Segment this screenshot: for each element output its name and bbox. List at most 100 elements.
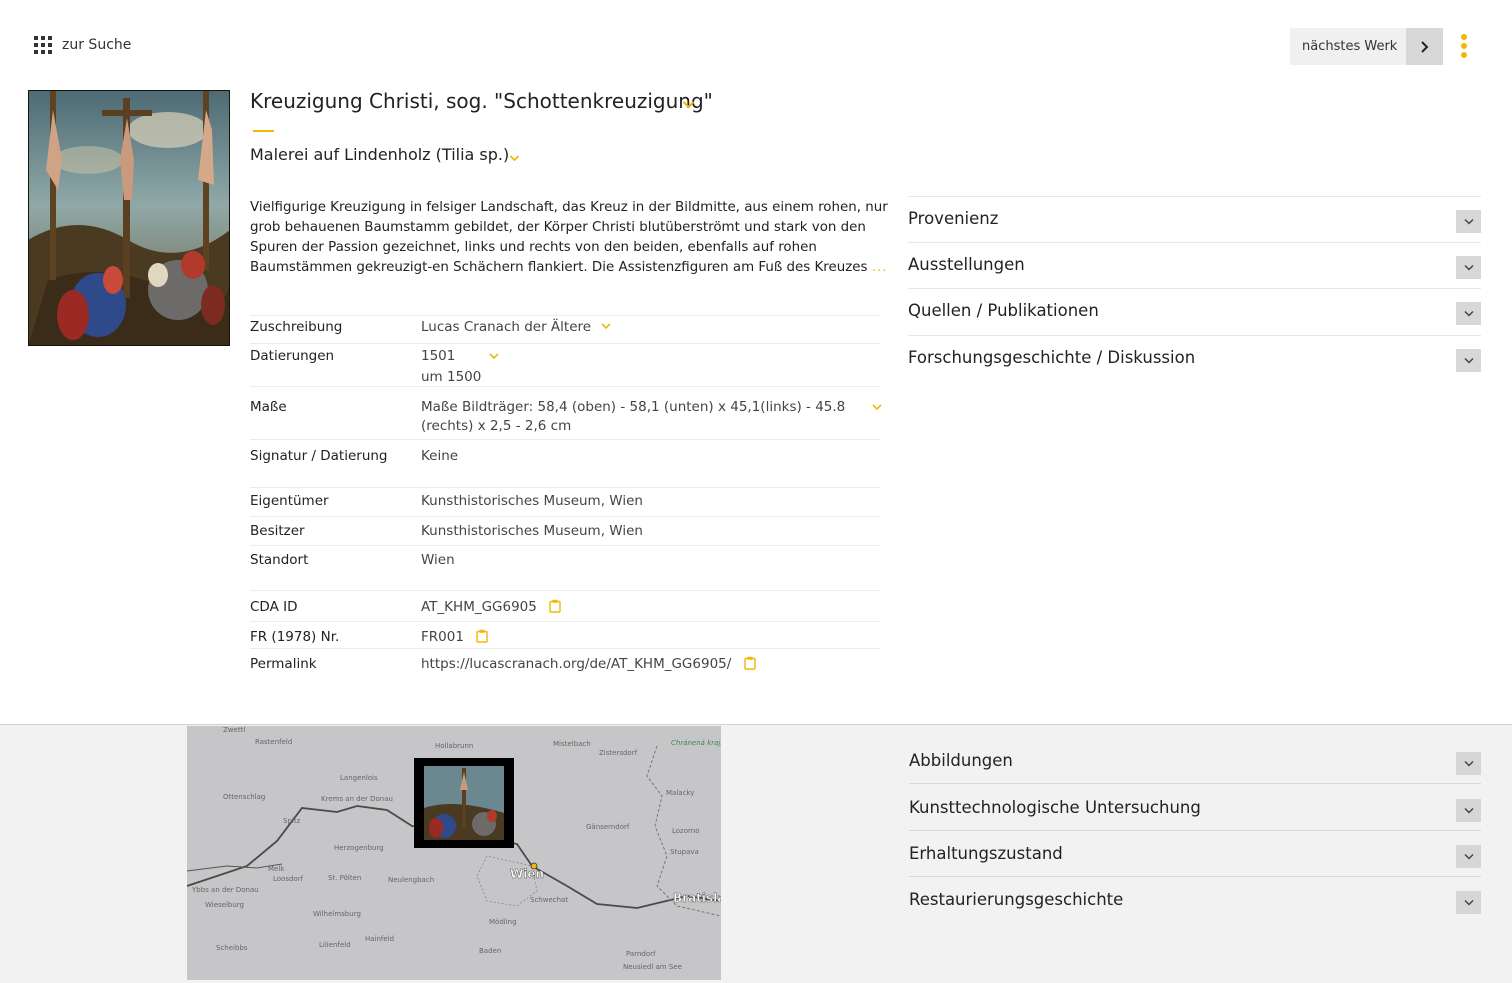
map-place-label: Ybbs an der Donau xyxy=(191,886,259,894)
map-place-label: Mödling xyxy=(489,918,517,926)
map-place-label: Neulengbach xyxy=(388,876,434,884)
accordion-erhaltungszustand[interactable]: Erhaltungszustand xyxy=(909,830,1481,877)
meta-key: Permalink xyxy=(250,656,317,672)
back-to-search-link[interactable]: zur Suche xyxy=(62,37,131,53)
meta-value: Wien xyxy=(421,552,455,568)
work-description: Vielfigurige Kreuzigung in felsiger Land… xyxy=(250,198,890,278)
chevron-down-icon xyxy=(1456,210,1481,233)
accordion-provenienz[interactable]: Provenienz xyxy=(908,196,1481,243)
map-place-label: Herzogenburg xyxy=(334,844,384,852)
meta-value: Keine xyxy=(421,448,459,464)
meta-value: 1501 xyxy=(421,348,456,364)
chevron-down-icon xyxy=(1456,799,1481,822)
meta-key: CDA ID xyxy=(250,599,298,615)
chevron-right-icon xyxy=(1406,28,1443,65)
read-more-button[interactable]: ... xyxy=(872,260,888,275)
meta-value-secondary: um 1500 xyxy=(421,369,482,385)
fr-nr-value: FR001 xyxy=(421,629,464,645)
title-divider xyxy=(253,130,274,132)
accordion-title: Restaurierungsgeschichte xyxy=(909,890,1124,909)
map-place-label: Ottenschlag xyxy=(223,793,265,801)
next-work-label: nächstes Werk xyxy=(1302,39,1398,54)
map-place-label: Hollabrunn xyxy=(435,742,473,750)
clipboard-icon[interactable] xyxy=(549,599,561,617)
meta-value: Kunsthistorisches Museum, Wien xyxy=(421,493,643,509)
chevron-down-icon[interactable] xyxy=(489,352,499,360)
accordion-title: Provenienz xyxy=(908,209,999,228)
map-place-label: Melk xyxy=(268,865,285,873)
meta-value: Maße Bildträger: 58,4 (oben) - 58,1 (unt… xyxy=(421,399,846,415)
kebab-menu-icon[interactable] xyxy=(1461,34,1469,58)
map-place-label: Malacky xyxy=(666,789,694,797)
meta-key: Signatur / Datierung xyxy=(250,448,388,464)
meta-row-fr-nr: FR (1978) Nr. FR001 xyxy=(250,621,881,649)
grid-icon[interactable] xyxy=(34,36,52,54)
map-place-label: Rastenfeld xyxy=(255,738,292,746)
accordion-abbildungen[interactable]: Abbildungen xyxy=(909,737,1481,784)
accordion-restaurierung[interactable]: Restaurierungsgeschichte xyxy=(909,876,1481,922)
chevron-down-icon xyxy=(1456,349,1481,372)
permalink-link[interactable]: https://lucascranach.org/de/AT_KHM_GG690… xyxy=(421,656,731,672)
clipboard-icon[interactable] xyxy=(743,656,756,674)
meta-key: FR (1978) Nr. xyxy=(250,629,340,645)
map-place-label: Zistersdorf xyxy=(599,749,638,757)
chevron-down-icon xyxy=(1456,752,1481,775)
meta-key: Maße xyxy=(250,399,287,415)
work-title: Kreuzigung Christi, sog. "Schottenkreuzi… xyxy=(250,89,713,113)
meta-value: Lucas Cranach der Ältere xyxy=(421,319,611,335)
meta-value: AT_KHM_GG6905 xyxy=(421,599,561,617)
accordion-kunsttechnologie[interactable]: Kunsttechnologische Untersuchung xyxy=(909,784,1481,831)
chevron-down-icon xyxy=(1456,302,1481,325)
map-place-label: Spitz xyxy=(283,817,301,825)
meta-key: Datierungen xyxy=(250,348,335,364)
meta-value: https://lucascranach.org/de/AT_KHM_GG690… xyxy=(421,656,756,674)
meta-value: Kunsthistorisches Museum, Wien xyxy=(421,523,643,539)
map-place-label: Lilienfeld xyxy=(319,941,351,949)
meta-row-cda-id: CDA ID AT_KHM_GG6905 xyxy=(250,590,881,622)
map-city-label: Wien xyxy=(510,867,544,881)
map-place-label: Mistelbach xyxy=(553,740,591,748)
chevron-down-icon xyxy=(1456,845,1481,868)
map-artwork-marker[interactable] xyxy=(414,758,514,848)
map-place-label: Lozorno xyxy=(672,827,700,835)
accordion-quellen[interactable]: Quellen / Publikationen xyxy=(908,288,1481,335)
clipboard-icon[interactable] xyxy=(476,629,488,647)
map-place-label: Stupava xyxy=(670,848,699,856)
work-subtitle: Malerei auf Lindenholz (Tilia sp.) xyxy=(250,145,510,164)
chevron-down-icon[interactable] xyxy=(872,403,882,411)
chevron-down-icon[interactable] xyxy=(509,148,520,167)
meta-value: FR001 xyxy=(421,629,488,647)
map-place-label: Parndorf xyxy=(626,950,656,958)
meta-key: Besitzer xyxy=(250,523,305,539)
meta-row-permalink: Permalink https://lucascranach.org/de/AT… xyxy=(250,648,881,679)
artwork-image[interactable] xyxy=(28,90,230,346)
accordion-title: Erhaltungszustand xyxy=(909,844,1063,863)
map-place-label: St. Pölten xyxy=(328,874,361,882)
meta-row-eigentuemer: Eigentümer Kunsthistorisches Museum, Wie… xyxy=(250,487,881,517)
attribution-link[interactable]: Lucas Cranach der Ältere xyxy=(421,319,591,335)
next-work-button[interactable]: nächstes Werk xyxy=(1290,28,1443,65)
map-place-label: Gänserndorf xyxy=(586,823,630,831)
chevron-down-icon xyxy=(1456,891,1481,914)
meta-key: Standort xyxy=(250,552,309,568)
meta-key: Zuschreibung xyxy=(250,319,343,335)
meta-row-standort: Standort Wien xyxy=(250,545,881,591)
map-place-label: Schwechat xyxy=(530,896,568,904)
meta-row-zuschreibung: Zuschreibung Lucas Cranach der Ältere xyxy=(250,315,881,344)
map-place-label: Wilhelmsburg xyxy=(313,910,361,918)
meta-row-masse: Maße Maße Bildträger: 58,4 (oben) - 58,1… xyxy=(250,386,882,439)
chevron-down-icon[interactable] xyxy=(682,95,695,114)
accordion-forschungsgeschichte[interactable]: Forschungsgeschichte / Diskussion xyxy=(908,335,1481,382)
meta-key: Eigentümer xyxy=(250,493,329,509)
chevron-down-icon[interactable] xyxy=(601,322,611,330)
map-place-label: Hainfeld xyxy=(365,935,394,943)
accordion-title: Ausstellungen xyxy=(908,255,1025,274)
map-place-label: Krems an der Donau xyxy=(321,795,393,803)
accordion-title: Forschungsgeschichte / Diskussion xyxy=(908,348,1196,367)
accordion-ausstellungen[interactable]: Ausstellungen xyxy=(908,242,1481,289)
map-place-label: Langenlois xyxy=(340,774,378,782)
cda-id-value: AT_KHM_GG6905 xyxy=(421,599,537,615)
map-place-label: Neusiedl am See xyxy=(623,963,682,971)
meta-row-datierungen: Datierungen 1501 um 1500 xyxy=(250,343,881,386)
meta-row-besitzer: Besitzer Kunsthistorisches Museum, Wien xyxy=(250,516,881,546)
